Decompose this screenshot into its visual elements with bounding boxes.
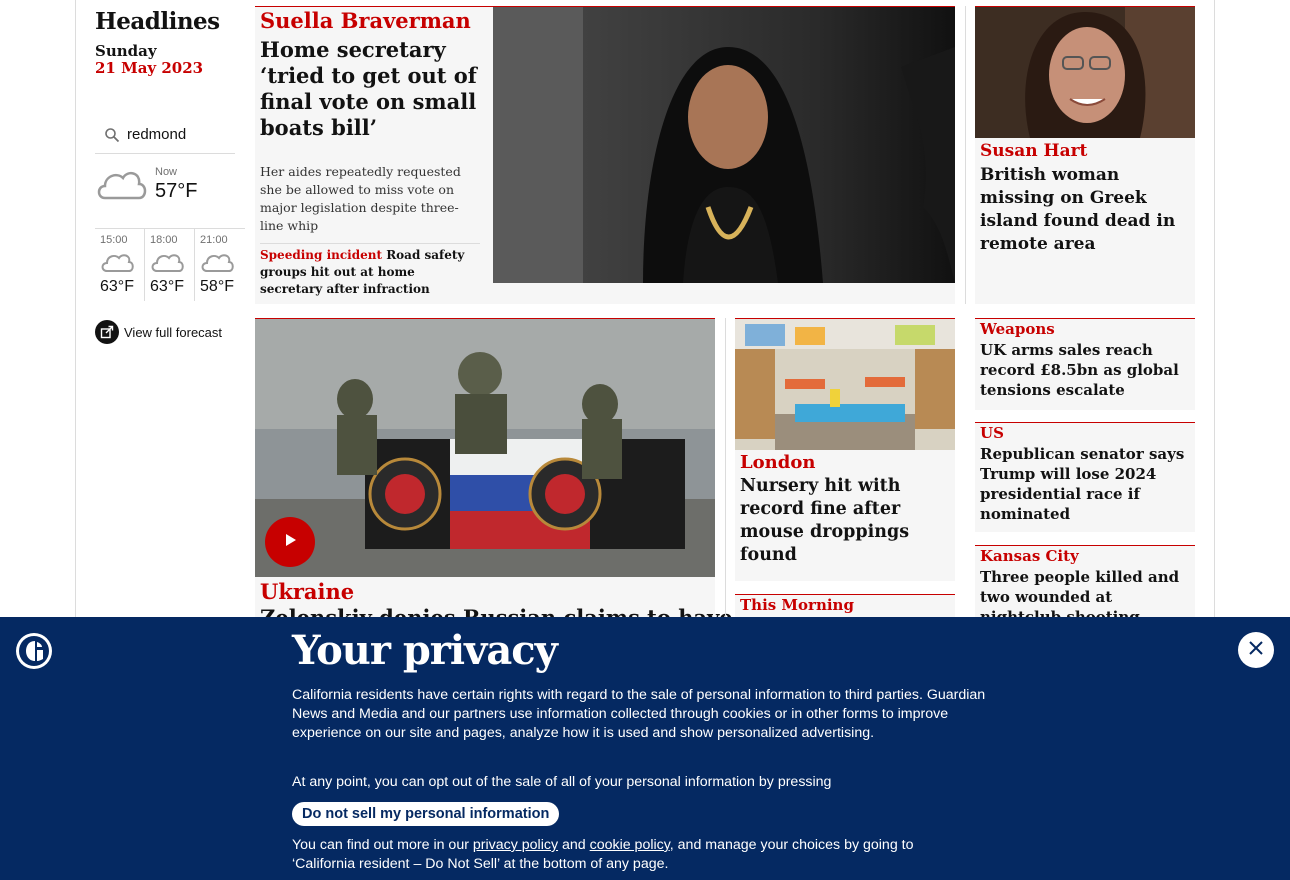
now-label: Now (155, 166, 178, 178)
column-divider (965, 6, 966, 304)
sublink-kicker: Speeding incident (260, 248, 383, 262)
small-story-card[interactable]: US Republican senator says Trump will lo… (975, 422, 1195, 532)
privacy-banner: Your privacy California residents have c… (0, 617, 1290, 880)
search-icon (99, 125, 125, 145)
sublink[interactable]: Speeding incident Road safety groups hit… (260, 243, 480, 298)
right-story-card[interactable]: Susan Hart British woman missing on Gree… (975, 6, 1195, 304)
external-link-icon (95, 320, 119, 344)
story-kicker: Kansas City (980, 547, 1079, 565)
section-title: Headlines (95, 8, 220, 35)
story-kicker: Susan Hart (980, 141, 1088, 161)
cloud-icon (150, 250, 194, 278)
forecast-strip: 15:00 63°F 18:00 63°F 21:00 58°F (95, 228, 245, 301)
cloud-icon (200, 250, 245, 278)
view-full-forecast-link[interactable]: View full forecast (95, 320, 222, 344)
nursery-story-card[interactable]: London Nursery hit with record fine afte… (735, 318, 955, 581)
forecast-slot: 21:00 58°F (195, 229, 245, 301)
privacy-more-text: You can find out more in our (292, 837, 473, 853)
privacy-policy-link[interactable]: privacy policy (473, 837, 558, 853)
story-photo (975, 7, 1195, 138)
privacy-more-info: You can find out more in our privacy pol… (292, 836, 972, 874)
play-button[interactable] (265, 517, 315, 567)
date-day: Sunday (95, 42, 157, 60)
location-label: redmond (127, 126, 187, 143)
story-headline[interactable]: Home secretary ‘tried to get out of fina… (260, 37, 485, 141)
story-kicker: London (740, 452, 816, 473)
forecast-temp: 58°F (200, 278, 234, 295)
close-icon (1248, 640, 1264, 660)
weather-now: Now 57°F (95, 160, 245, 228)
play-icon (277, 530, 303, 554)
now-temperature: 57°F (155, 180, 198, 202)
forecast-time: 18:00 (150, 234, 178, 246)
story-headline[interactable]: British woman missing on Greek island fo… (980, 164, 1190, 256)
forecast-temp: 63°F (100, 278, 134, 295)
forecast-slot: 15:00 63°F (95, 229, 146, 301)
forecast-slot: 18:00 63°F (145, 229, 196, 301)
view-full-forecast-label: View full forecast (124, 324, 223, 340)
story-photo (735, 319, 955, 450)
guardian-logo-icon (16, 633, 52, 669)
story-headline[interactable]: Republican senator says Trump will lose … (980, 444, 1192, 524)
forecast-time: 21:00 (200, 234, 228, 246)
privacy-and-text: and (558, 837, 590, 853)
story-standfirst: Her aides repeatedly requested she be al… (260, 164, 461, 233)
privacy-body: California residents have certain rights… (292, 687, 986, 741)
story-photo (493, 7, 955, 283)
close-banner-button[interactable] (1238, 632, 1274, 668)
story-video-thumbnail[interactable] (255, 319, 715, 577)
cookie-policy-link[interactable]: cookie policy (590, 837, 670, 853)
story-kicker: Ukraine (260, 579, 355, 604)
main-story-card[interactable]: Suella Braverman Home secretary ‘tried t… (255, 6, 955, 304)
cloud-icon (100, 250, 144, 278)
privacy-title: Your privacy (292, 627, 558, 674)
cloud-icon (95, 164, 147, 208)
story-kicker: Suella Braverman (260, 8, 471, 33)
story-kicker: This Morning (740, 596, 854, 614)
story-kicker: US (980, 424, 1004, 442)
forecast-time: 15:00 (100, 234, 128, 246)
story-headline[interactable]: Nursery hit with record fine after mouse… (740, 475, 952, 567)
video-story-card[interactable]: Ukraine Zelenskiy denies Russian claims … (255, 318, 733, 638)
small-story-card[interactable]: Weapons UK arms sales reach record £8.5b… (975, 318, 1195, 410)
column-divider (725, 318, 726, 618)
do-not-sell-button[interactable]: Do not sell my personal information (292, 802, 560, 826)
forecast-temp: 63°F (150, 278, 184, 295)
weather-location[interactable]: redmond (95, 116, 235, 154)
story-kicker: Weapons (980, 320, 1055, 338)
privacy-optout-text: At any point, you can opt out of the sal… (292, 774, 832, 790)
date-full: 21 May 2023 (95, 59, 204, 77)
story-headline[interactable]: UK arms sales reach record £8.5bn as glo… (980, 340, 1192, 400)
